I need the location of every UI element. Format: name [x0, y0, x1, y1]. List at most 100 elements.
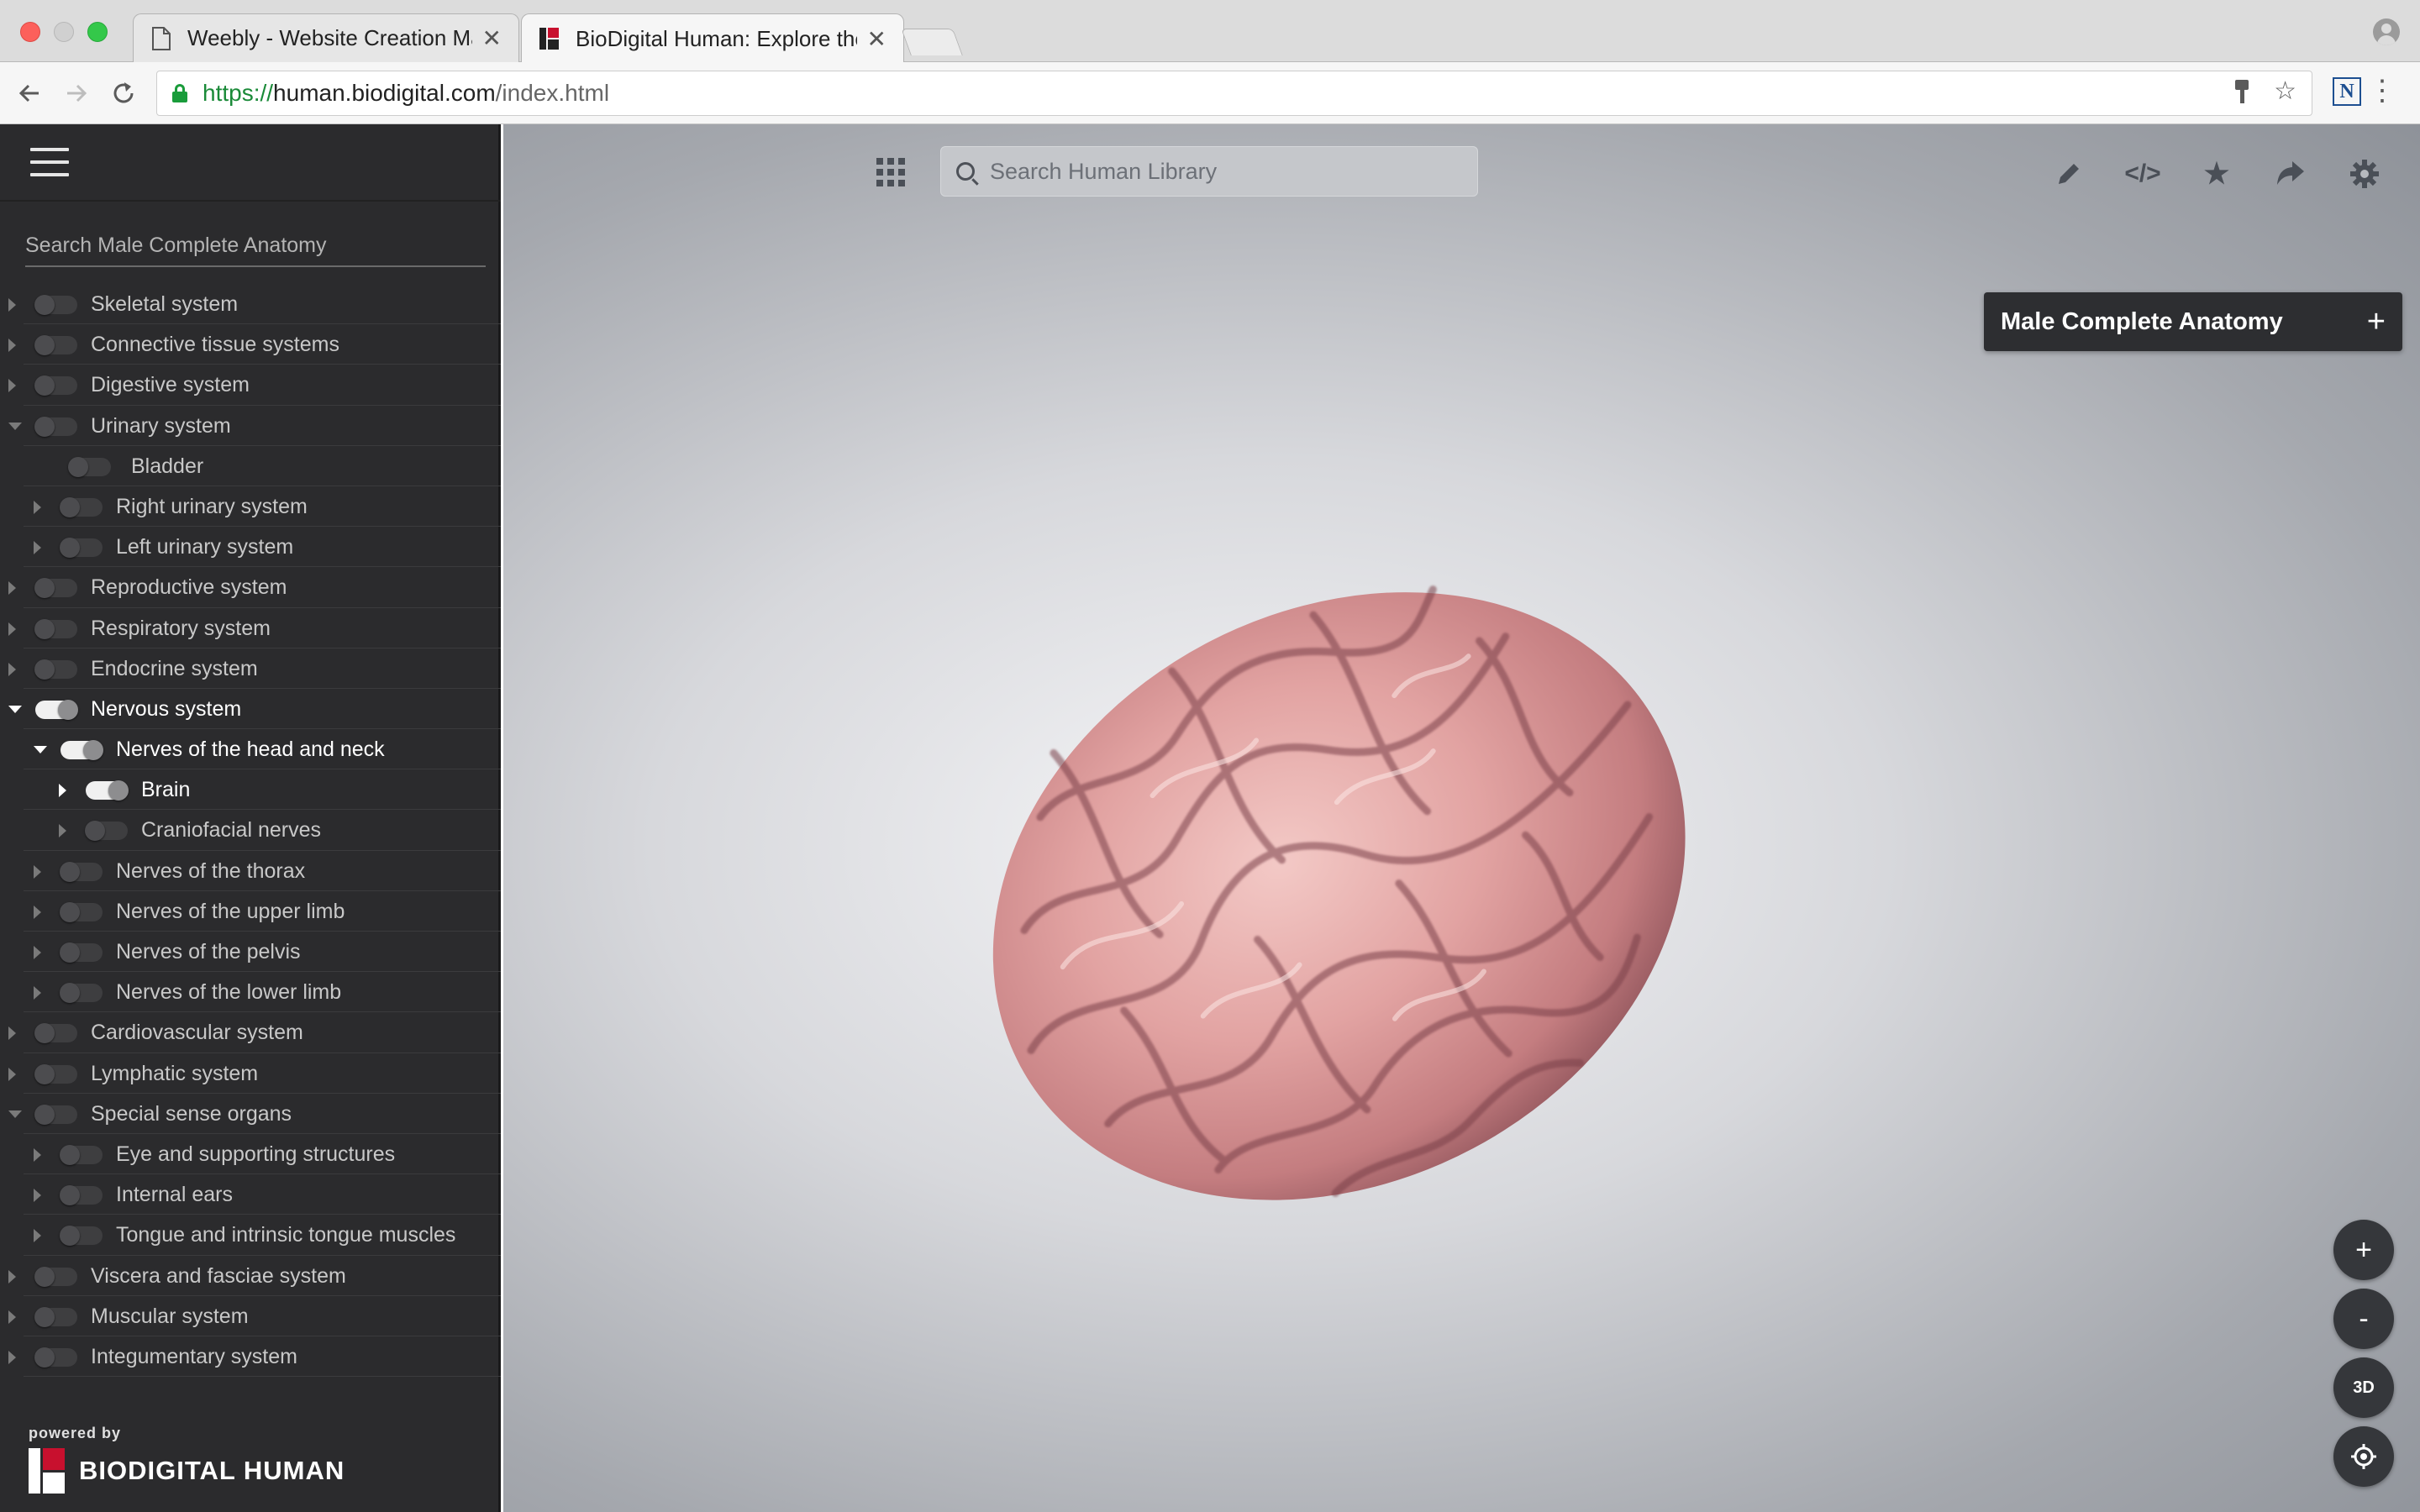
apps-grid-icon[interactable] — [876, 158, 905, 186]
caret-right-icon[interactable] — [8, 1310, 16, 1324]
caret-right-icon[interactable] — [8, 1026, 16, 1041]
caret-right-icon[interactable] — [8, 339, 16, 353]
caret-down-icon[interactable] — [8, 705, 22, 713]
caret-right-icon[interactable] — [8, 622, 16, 636]
embed-code-icon[interactable]: </> — [2123, 155, 2162, 193]
caret-right-icon[interactable] — [34, 541, 41, 555]
tree-row[interactable]: Integumentary system — [8, 1336, 501, 1378]
caret-right-icon[interactable] — [34, 946, 41, 959]
extension-n-icon[interactable]: N — [2333, 77, 2361, 106]
visibility-toggle[interactable] — [68, 456, 111, 477]
tree-row[interactable]: Muscular system — [8, 1296, 501, 1336]
tree-row[interactable]: Right urinary system — [24, 486, 501, 528]
tree-row[interactable]: Nerves of the pelvis — [24, 932, 501, 973]
model-title-panel[interactable]: Male Complete Anatomy + — [1984, 292, 2402, 351]
zoom-out-button[interactable]: - — [2333, 1289, 2394, 1349]
caret-down-icon[interactable] — [34, 746, 47, 754]
caret-right-icon[interactable] — [34, 1147, 41, 1162]
tree-row[interactable]: Reproductive system — [8, 567, 501, 608]
tree-row[interactable]: Nerves of the lower limb — [24, 972, 501, 1013]
visibility-toggle[interactable] — [34, 1104, 77, 1125]
visibility-toggle[interactable] — [34, 618, 77, 639]
caret-right-icon[interactable] — [8, 581, 16, 596]
tree-row[interactable]: Endocrine system — [8, 648, 501, 689]
tree-search-input[interactable]: Search Male Complete Anatomy — [25, 223, 486, 267]
visibility-toggle[interactable] — [34, 416, 77, 437]
add-icon[interactable]: + — [2367, 306, 2386, 338]
visibility-toggle[interactable] — [60, 942, 103, 963]
center-view-button[interactable] — [2333, 1426, 2394, 1487]
tree-row[interactable]: Nerves of the head and neck — [24, 729, 501, 770]
tree-row[interactable]: Brain — [24, 769, 501, 811]
key-icon[interactable] — [2233, 76, 2251, 113]
caret-right-icon[interactable] — [34, 1189, 41, 1203]
brain-3d-model[interactable] — [940, 494, 1730, 1284]
caret-right-icon[interactable] — [34, 1229, 41, 1243]
visibility-toggle[interactable] — [34, 578, 77, 599]
tree-row[interactable]: Digestive system — [8, 365, 501, 406]
visibility-toggle[interactable] — [34, 1063, 77, 1084]
close-window-button[interactable] — [20, 22, 40, 42]
share-arrow-icon[interactable] — [2271, 155, 2310, 193]
tree-row[interactable]: Urinary system — [8, 406, 501, 446]
visibility-toggle[interactable] — [60, 1144, 103, 1165]
visibility-toggle[interactable] — [34, 1023, 77, 1044]
visibility-toggle[interactable] — [34, 295, 77, 315]
address-bar[interactable]: https://human.biodigital.com/index.html … — [156, 71, 2312, 116]
browser-menu-icon[interactable]: ⋮ — [2368, 74, 2396, 108]
caret-right-icon[interactable] — [8, 379, 16, 393]
pencil-icon[interactable] — [2049, 155, 2088, 193]
forward-arrow-icon[interactable] — [59, 76, 94, 111]
caret-right-icon[interactable] — [34, 905, 41, 919]
tree-row[interactable]: Eye and supporting structures — [24, 1134, 501, 1175]
tree-row[interactable]: Nervous system — [8, 689, 501, 730]
tree-row[interactable]: Left urinary system — [24, 527, 501, 568]
tree-row[interactable]: Respiratory system — [8, 608, 501, 648]
tree-row[interactable]: Nerves of the upper limb — [24, 891, 501, 932]
tab-close-icon[interactable]: ✕ — [867, 25, 886, 53]
hamburger-menu-icon[interactable] — [30, 148, 69, 176]
visibility-toggle[interactable] — [60, 496, 103, 517]
visibility-toggle[interactable] — [34, 375, 77, 396]
caret-down-icon[interactable] — [8, 422, 22, 430]
caret-right-icon[interactable] — [34, 500, 41, 514]
visibility-toggle[interactable] — [60, 538, 103, 559]
caret-right-icon[interactable] — [59, 824, 66, 838]
caret-right-icon[interactable] — [8, 1067, 16, 1081]
caret-right-icon[interactable] — [8, 298, 16, 312]
rotate-3d-button[interactable]: 3D — [2333, 1357, 2394, 1418]
visibility-toggle[interactable] — [60, 983, 103, 1004]
reload-icon[interactable] — [106, 76, 141, 111]
caret-right-icon[interactable] — [8, 1269, 16, 1284]
library-search-input[interactable]: Search Human Library — [940, 146, 1478, 197]
tree-row[interactable]: Skeletal system — [8, 284, 501, 325]
caret-right-icon[interactable] — [34, 864, 41, 879]
zoom-in-button[interactable]: + — [2333, 1220, 2394, 1280]
caret-right-icon[interactable] — [34, 986, 41, 1000]
tree-row[interactable]: Tongue and intrinsic tongue muscles — [24, 1215, 501, 1256]
new-tab-button[interactable] — [901, 29, 963, 55]
tree-row[interactable]: Craniofacial nerves — [24, 810, 501, 851]
visibility-toggle[interactable] — [85, 821, 128, 842]
tree-row[interactable]: Cardiovascular system — [8, 1012, 501, 1053]
bookmark-star-icon[interactable]: ☆ — [2274, 76, 2296, 106]
caret-right-icon[interactable] — [8, 1350, 16, 1364]
visibility-toggle[interactable] — [34, 1306, 77, 1327]
gear-icon[interactable] — [2345, 155, 2384, 193]
star-icon[interactable]: ★ — [2197, 155, 2236, 193]
profile-icon[interactable] — [2373, 18, 2400, 45]
visibility-toggle[interactable] — [34, 1347, 77, 1368]
tree-row[interactable]: Nerves of the thorax — [24, 851, 501, 891]
biodigital-logo[interactable]: BIODIGITAL HUMAN — [29, 1448, 345, 1494]
maximize-window-button[interactable] — [87, 22, 108, 42]
back-arrow-icon[interactable] — [12, 76, 47, 111]
visibility-toggle[interactable] — [34, 1266, 77, 1287]
visibility-toggle[interactable] — [35, 699, 78, 720]
tree-row[interactable]: Internal ears — [24, 1174, 501, 1215]
tab-biodigital[interactable]: BioDigital Human: Explore the ✕ — [521, 13, 904, 63]
minimize-window-button[interactable] — [54, 22, 74, 42]
tree-row[interactable]: Connective tissue systems — [8, 324, 501, 365]
visibility-toggle[interactable] — [60, 1226, 103, 1247]
tab-weebly[interactable]: Weebly - Website Creation Ma ✕ — [133, 13, 519, 62]
tree-row[interactable]: Special sense organs — [8, 1094, 501, 1134]
